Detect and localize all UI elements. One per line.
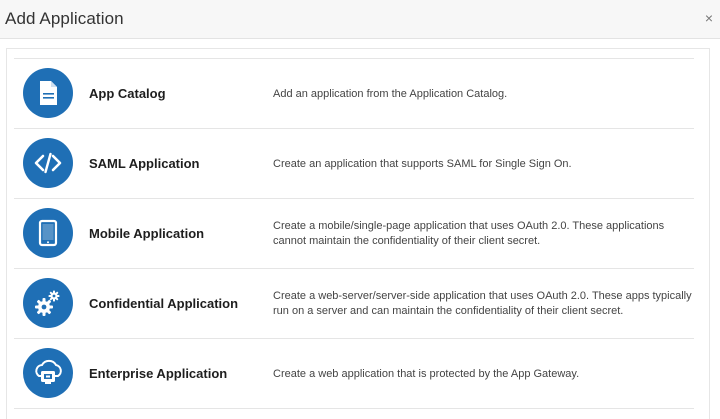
document-icon <box>23 68 73 118</box>
gears-icon <box>23 278 73 328</box>
cloud-gateway-icon <box>23 348 73 398</box>
tablet-icon <box>23 208 73 258</box>
code-icon <box>23 138 73 188</box>
confidential-application-description: Create a web-server/server-side applicat… <box>273 290 692 317</box>
application-type-panel: App Catalog Add an application from the … <box>6 48 710 419</box>
dialog-body: App Catalog Add an application from the … <box>0 39 720 419</box>
dialog-header: Add Application × <box>0 0 720 39</box>
mobile-application-description: Create a mobile/single-page application … <box>273 220 665 247</box>
mobile-application-option[interactable]: Mobile Application Create a mobile/singl… <box>14 198 694 268</box>
mobile-application-title: Mobile Application <box>89 226 205 241</box>
app-catalog-option[interactable]: App Catalog Add an application from the … <box>14 58 694 128</box>
saml-application-description: Create an application that supports SAML… <box>273 158 572 170</box>
confidential-application-option[interactable]: Confidential Application Create a web-se… <box>14 268 694 338</box>
app-catalog-description: Add an application from the Application … <box>273 88 508 100</box>
enterprise-application-option[interactable]: Enterprise Application Create a web appl… <box>14 338 694 409</box>
saml-application-option[interactable]: SAML Application Create an application t… <box>14 128 694 198</box>
close-icon[interactable]: × <box>701 8 717 28</box>
app-catalog-title: App Catalog <box>89 86 166 101</box>
enterprise-application-description: Create a web application that is protect… <box>273 368 580 380</box>
saml-application-title: SAML Application <box>89 156 200 171</box>
application-type-list: App Catalog Add an application from the … <box>14 58 694 409</box>
confidential-application-title: Confidential Application <box>89 296 239 311</box>
dialog-title: Add Application <box>5 9 124 28</box>
enterprise-application-title: Enterprise Application <box>89 366 228 381</box>
